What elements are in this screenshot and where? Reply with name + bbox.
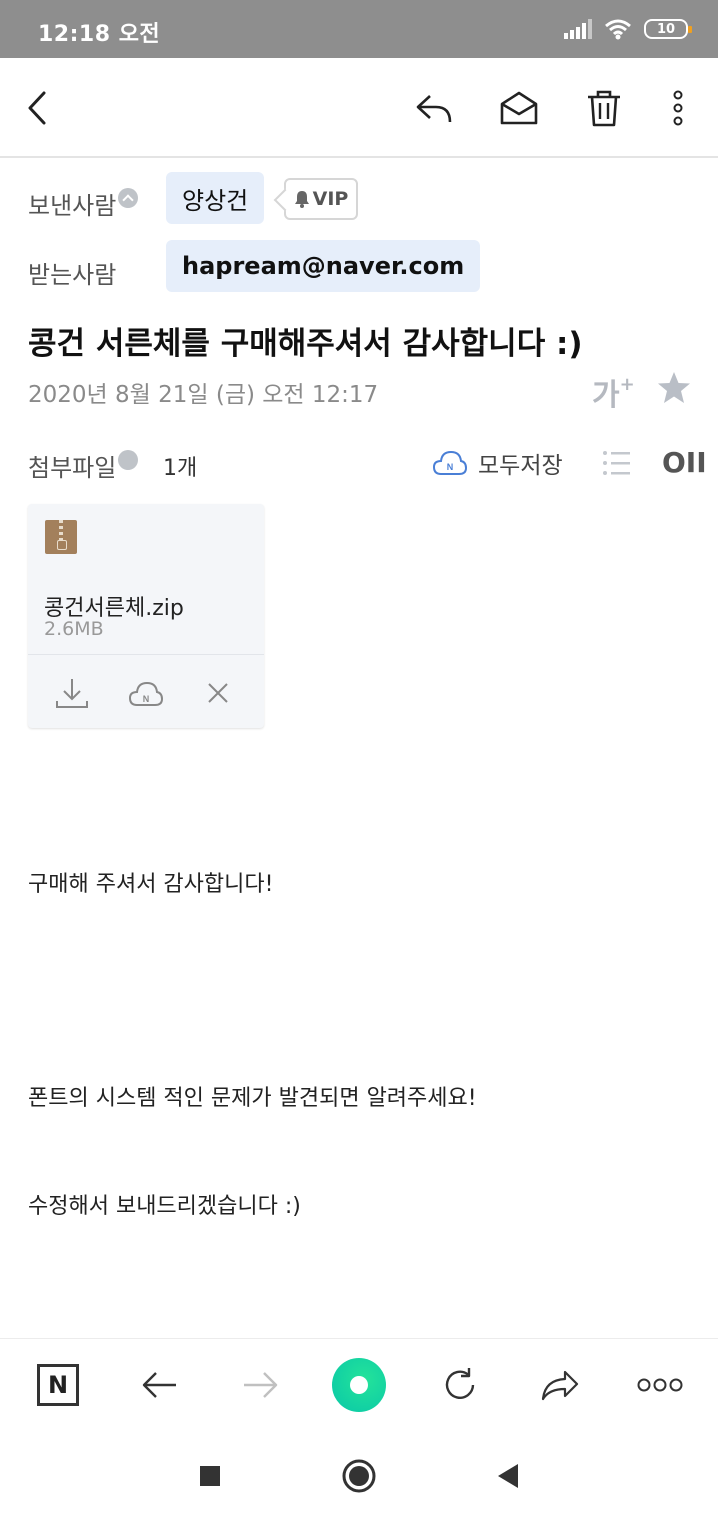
- reply-button[interactable]: [412, 86, 456, 130]
- naver-home-button[interactable]: N: [30, 1357, 86, 1413]
- battery-level: 10: [656, 21, 676, 37]
- attachments-count: 1개: [163, 456, 198, 481]
- naver-logo-icon: N: [37, 1364, 79, 1406]
- sender-label-text: 보낸사람: [28, 192, 117, 220]
- square-icon: [200, 1466, 220, 1486]
- system-navigation-bar: [0, 1430, 718, 1516]
- browser-forward-button[interactable]: [232, 1357, 288, 1413]
- back-arrow-icon: [28, 91, 46, 125]
- browser-back-button[interactable]: [132, 1357, 188, 1413]
- share-arrow-icon: [541, 1370, 579, 1401]
- reply-icon: [416, 95, 452, 123]
- body-line: 구매해 주셔서 감사합니다!: [28, 872, 274, 897]
- refresh-icon: [445, 1368, 475, 1399]
- body-line: 폰트의 시스템 적인 문제가 발견되면 알려주세요!: [28, 1086, 477, 1111]
- sender-chip[interactable]: 양상건: [166, 172, 265, 224]
- ndrive-cloud-icon: N: [432, 450, 468, 475]
- arrow-right-icon: [244, 1372, 278, 1398]
- grid-view-button[interactable]: OII: [662, 448, 707, 478]
- attachment-actions: N: [28, 654, 264, 728]
- list-view-icon[interactable]: [602, 448, 632, 478]
- browser-bottom-bar: N: [0, 1338, 718, 1430]
- attachment-size: 2.6MB: [44, 618, 104, 640]
- signal-icon: [564, 19, 592, 39]
- naver-logo-text: N: [47, 1371, 69, 1399]
- sender-label[interactable]: 보낸사람: [28, 186, 139, 221]
- star-icon[interactable]: [656, 370, 692, 406]
- mail-toolbar: [0, 58, 718, 158]
- recipient-label: 받는사람: [28, 255, 116, 290]
- delete-button[interactable]: [582, 86, 626, 130]
- more-options-button[interactable]: [656, 86, 700, 130]
- battery-icon: 10: [644, 19, 692, 39]
- green-dot-icon: [332, 1358, 386, 1412]
- font-size-glyph: 가: [592, 378, 620, 413]
- font-size-button[interactable]: 가+: [592, 370, 635, 414]
- arrow-left-icon: [142, 1372, 176, 1398]
- mark-unread-button[interactable]: [497, 86, 541, 130]
- recents-button[interactable]: [192, 1458, 228, 1494]
- status-bar: 12:18 오전 10: [0, 0, 718, 58]
- svg-text:N: N: [447, 462, 454, 472]
- body-line: 수정해서 보내드리겠습니다 :): [28, 1194, 301, 1219]
- recipient-label-text: 받는사람: [28, 261, 117, 289]
- save-all-button[interactable]: N 모두저장: [432, 446, 563, 480]
- mail-date: 2020년 8월 21일 (금) 오전 12:17: [28, 382, 379, 408]
- horizontal-dots-icon: [637, 1378, 683, 1392]
- vertical-dots-icon: [673, 90, 683, 126]
- home-circle-icon: [342, 1459, 376, 1493]
- back-button[interactable]: [16, 86, 60, 130]
- download-icon[interactable]: [54, 675, 90, 711]
- zip-file-icon: [45, 520, 77, 554]
- trash-icon: [588, 90, 620, 127]
- sender-name: 양상건: [182, 186, 249, 215]
- attachments-label[interactable]: 첨부파일: [28, 448, 139, 483]
- home-button[interactable]: [341, 1458, 377, 1494]
- bell-icon: [294, 191, 309, 208]
- refresh-button[interactable]: [432, 1357, 488, 1413]
- back-nav-button[interactable]: [490, 1458, 526, 1494]
- triangle-back-icon: [498, 1464, 518, 1488]
- attachments-label-text: 첨부파일: [28, 454, 117, 482]
- wifi-icon: [605, 19, 631, 40]
- attachment-card[interactable]: 콩건서른체.zip 2.6MB N: [28, 504, 264, 728]
- green-dot-button[interactable]: [331, 1357, 387, 1413]
- recipient-email: hapream@naver.com: [182, 252, 465, 280]
- status-icons: 10: [564, 18, 692, 40]
- vip-label: VIP: [312, 188, 349, 210]
- open-envelope-icon: [500, 91, 538, 125]
- close-icon[interactable]: [200, 675, 236, 711]
- recipient-chip[interactable]: hapream@naver.com: [166, 240, 481, 292]
- chevron-up-icon: [118, 188, 139, 208]
- font-size-plus: +: [619, 374, 635, 395]
- svg-text:N: N: [143, 694, 150, 704]
- share-button[interactable]: [532, 1357, 588, 1413]
- more-menu-button[interactable]: [632, 1357, 688, 1413]
- mail-subject: 콩건 서른체를 구매해주셔서 감사합니다 :): [28, 326, 583, 362]
- status-time: 12:18 오전: [38, 22, 161, 47]
- save-to-cloud-icon[interactable]: N: [128, 675, 164, 711]
- grid-view-label: OII: [662, 446, 707, 479]
- save-all-label: 모두저장: [478, 453, 563, 479]
- vip-button[interactable]: VIP: [284, 178, 358, 220]
- chevron-up-icon: [118, 450, 139, 470]
